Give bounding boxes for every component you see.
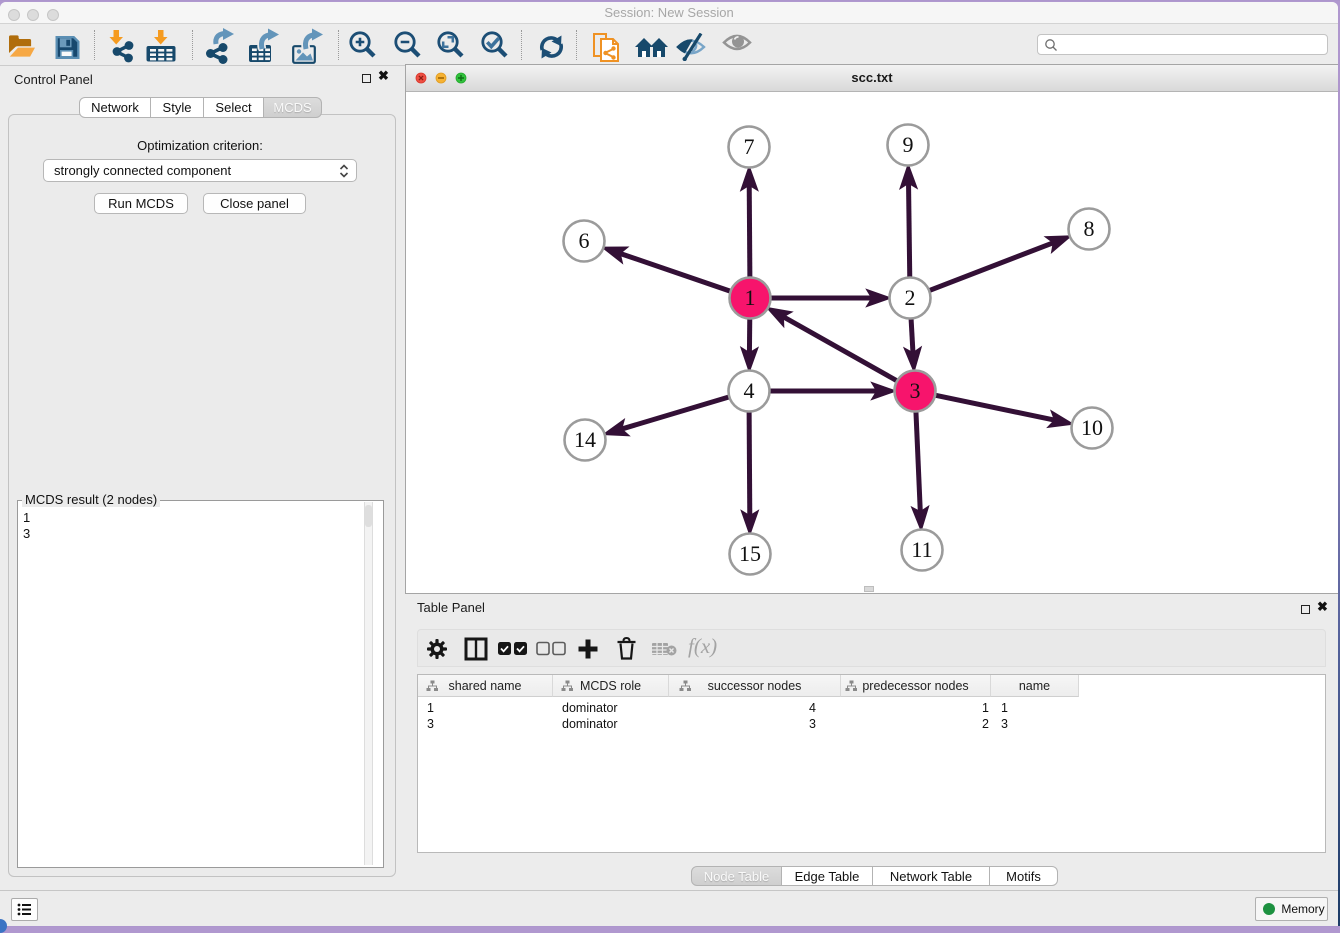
svg-text:7: 7 bbox=[744, 134, 755, 159]
svg-text:2: 2 bbox=[905, 285, 916, 310]
svg-text:10: 10 bbox=[1081, 415, 1103, 440]
svg-text:4: 4 bbox=[744, 378, 755, 403]
svg-text:14: 14 bbox=[574, 427, 596, 452]
svg-text:3: 3 bbox=[910, 378, 921, 403]
svg-text:15: 15 bbox=[739, 541, 761, 566]
svg-text:6: 6 bbox=[579, 228, 590, 253]
svg-text:8: 8 bbox=[1084, 216, 1095, 241]
svg-text:9: 9 bbox=[903, 132, 914, 157]
svg-text:11: 11 bbox=[911, 537, 932, 562]
svg-text:1: 1 bbox=[745, 285, 756, 310]
